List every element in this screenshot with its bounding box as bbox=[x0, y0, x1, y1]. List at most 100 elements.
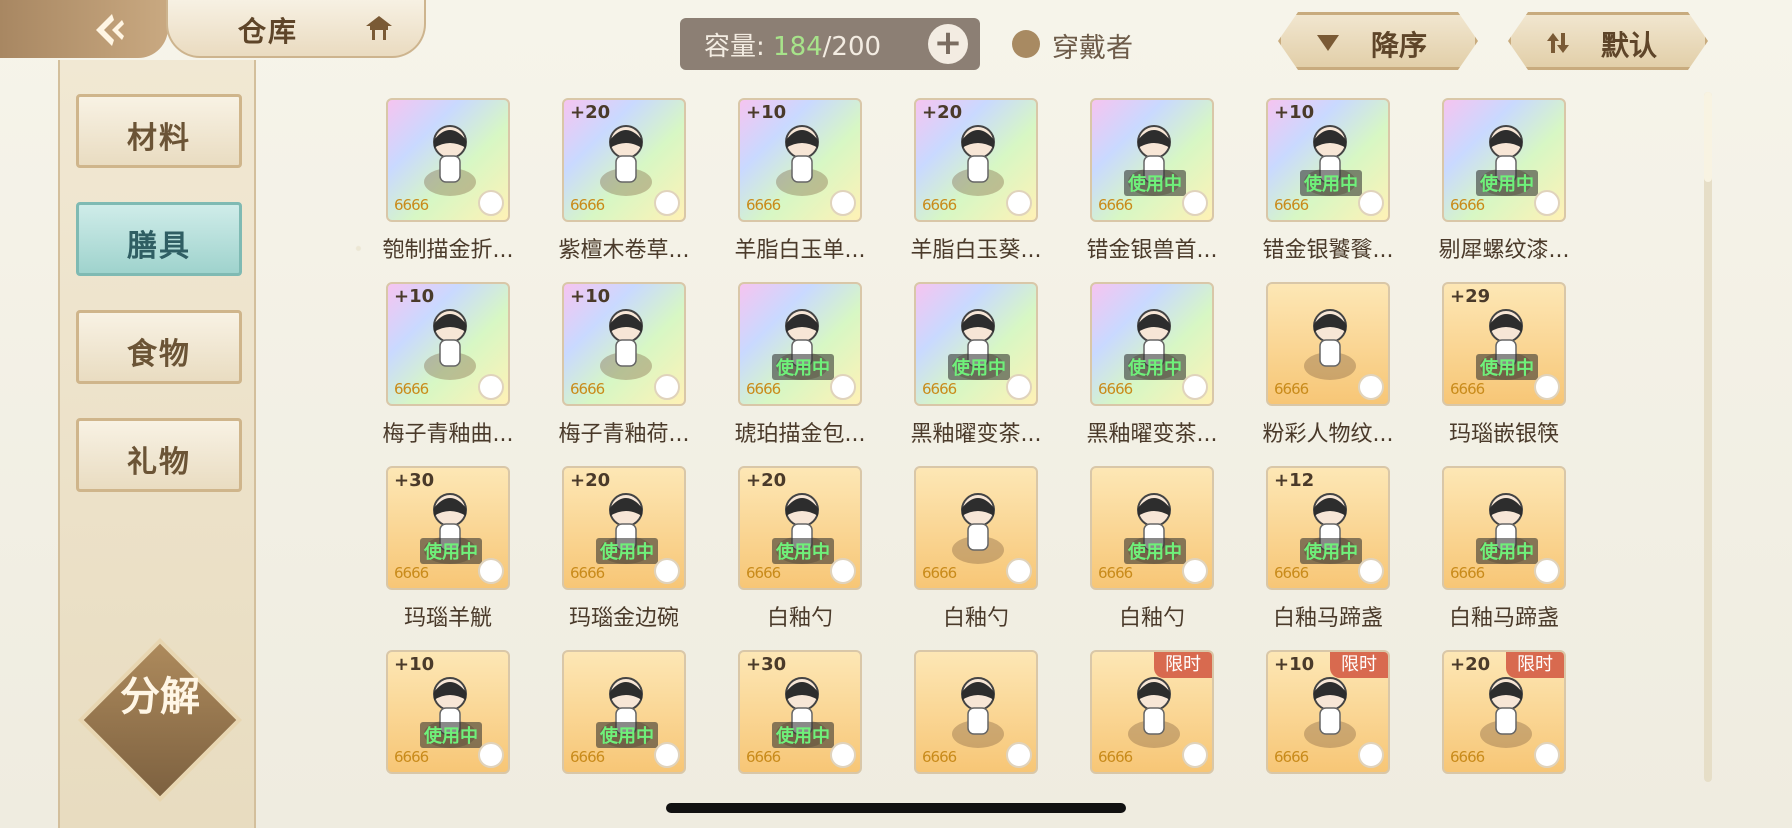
capacity-indicator: 容量: 184/200 + bbox=[680, 18, 980, 70]
wearer-filter-toggle[interactable] bbox=[1012, 30, 1040, 58]
sort-desc-button[interactable]: 降序 bbox=[1278, 12, 1478, 70]
limited-badge: 限时 bbox=[1154, 652, 1212, 678]
star-rating: 6666 bbox=[1098, 748, 1133, 766]
back-arrow-icon bbox=[96, 14, 124, 46]
item-name: 粉彩人物纹... bbox=[1262, 422, 1394, 447]
inventory-item[interactable]: +20 限时 6666 bbox=[1442, 650, 1566, 774]
inventory-item[interactable]: +10 限时 6666 bbox=[1266, 650, 1390, 774]
inventory-item[interactable]: 使用中 6666 bbox=[1090, 282, 1214, 406]
in-use-badge: 使用中 bbox=[596, 538, 658, 564]
item-type-icon bbox=[1182, 742, 1208, 768]
inventory-item[interactable]: 使用中 6666 bbox=[914, 282, 1038, 406]
inventory-item[interactable]: +30 使用中 6666 bbox=[386, 466, 510, 590]
sort-desc-label: 降序 bbox=[1371, 29, 1428, 62]
star-rating: 6666 bbox=[746, 380, 781, 398]
in-use-badge: 使用中 bbox=[1476, 538, 1538, 564]
home-indicator[interactable] bbox=[666, 803, 1126, 813]
item-type-icon bbox=[1534, 190, 1560, 216]
inventory-item[interactable]: 6666 bbox=[914, 650, 1038, 774]
item-type-icon bbox=[1358, 374, 1384, 400]
item-name: 梅子青釉荷... bbox=[558, 422, 690, 447]
inventory-item[interactable]: 6666 bbox=[386, 98, 510, 222]
inventory-item[interactable]: +10 使用中 6666 bbox=[1266, 98, 1390, 222]
item-type-icon bbox=[1358, 190, 1384, 216]
inventory-item[interactable]: +10 使用中 6666 bbox=[386, 650, 510, 774]
triangle-down-icon bbox=[1317, 35, 1339, 51]
star-rating: 6666 bbox=[1274, 380, 1309, 398]
inventory-item[interactable]: +10 6666 bbox=[386, 282, 510, 406]
item-illustration-icon bbox=[1480, 677, 1532, 748]
in-use-badge: 使用中 bbox=[1476, 354, 1538, 380]
category-gifts[interactable]: 礼物 bbox=[76, 418, 242, 492]
inventory-item[interactable]: +10 6666 bbox=[562, 282, 686, 406]
sort-default-button[interactable]: 默认 bbox=[1508, 12, 1708, 70]
inventory-item[interactable]: +12 使用中 6666 bbox=[1266, 466, 1390, 590]
star-rating: 6666 bbox=[922, 380, 957, 398]
inventory-item[interactable]: +20 使用中 6666 bbox=[562, 466, 686, 590]
back-button[interactable] bbox=[0, 0, 168, 58]
in-use-badge: 使用中 bbox=[596, 722, 658, 748]
limited-badge: 限时 bbox=[1506, 652, 1564, 678]
enhance-level: +20 bbox=[1450, 654, 1491, 675]
item-illustration-icon bbox=[1128, 677, 1180, 748]
inventory-item[interactable]: +10 6666 bbox=[738, 98, 862, 222]
capacity-max: /200 bbox=[822, 32, 882, 62]
item-illustration-icon bbox=[600, 125, 652, 196]
star-rating: 6666 bbox=[1274, 564, 1309, 582]
sort-arrows-icon bbox=[1547, 33, 1569, 53]
item-type-icon bbox=[1358, 558, 1384, 584]
enhance-level: +20 bbox=[746, 470, 787, 491]
inventory-item[interactable]: +29 使用中 6666 bbox=[1442, 282, 1566, 406]
star-rating: 6666 bbox=[1098, 564, 1133, 582]
scroll-thumb[interactable] bbox=[1704, 92, 1712, 182]
star-rating: 6666 bbox=[394, 564, 429, 582]
inventory-item[interactable]: 使用中 6666 bbox=[1442, 466, 1566, 590]
item-type-icon bbox=[830, 558, 856, 584]
inventory-item[interactable]: +30 使用中 6666 bbox=[738, 650, 862, 774]
star-rating: 6666 bbox=[394, 380, 429, 398]
item-name: 琥珀描金包... bbox=[734, 422, 866, 447]
item-type-icon bbox=[1534, 558, 1560, 584]
category-label: 食物 bbox=[127, 337, 191, 372]
item-name: 错金银兽首... bbox=[1086, 238, 1218, 263]
inventory-item[interactable]: 使用中 6666 bbox=[738, 282, 862, 406]
star-rating: 6666 bbox=[1098, 196, 1133, 214]
inventory-item[interactable]: 使用中 6666 bbox=[1090, 466, 1214, 590]
category-tableware[interactable]: 膳具 bbox=[76, 202, 242, 276]
inventory-item[interactable]: 使用中 6666 bbox=[1442, 98, 1566, 222]
add-capacity-button[interactable]: + bbox=[928, 24, 968, 64]
item-name: 羊脂白玉葵... bbox=[910, 238, 1042, 263]
inventory-item[interactable]: +20 6666 bbox=[914, 98, 1038, 222]
inventory-item[interactable]: 使用中 6666 bbox=[1090, 98, 1214, 222]
item-name: 玛瑙金边碗 bbox=[568, 606, 679, 631]
inventory-item[interactable]: 限时 6666 bbox=[1090, 650, 1214, 774]
item-name: 错金银饕餮... bbox=[1262, 238, 1394, 263]
inventory-item[interactable]: 6666 bbox=[914, 466, 1038, 590]
scrollbar[interactable] bbox=[1704, 92, 1712, 782]
star-rating: 6666 bbox=[1098, 380, 1133, 398]
item-name: 梅子青釉曲... bbox=[382, 422, 514, 447]
enhance-level: +10 bbox=[746, 102, 787, 123]
category-food[interactable]: 食物 bbox=[76, 310, 242, 384]
item-type-icon bbox=[654, 742, 680, 768]
star-rating: 6666 bbox=[570, 748, 605, 766]
enhance-level: +10 bbox=[1274, 102, 1315, 123]
inventory-item[interactable]: +20 6666 bbox=[562, 98, 686, 222]
star-rating: 6666 bbox=[1274, 748, 1309, 766]
decompose-label: 分解 bbox=[120, 674, 200, 720]
item-type-icon bbox=[1534, 742, 1560, 768]
inventory-item[interactable]: 6666 bbox=[1266, 282, 1390, 406]
category-materials[interactable]: 材料 bbox=[76, 94, 242, 168]
item-type-icon bbox=[478, 558, 504, 584]
item-type-icon bbox=[1534, 374, 1560, 400]
in-use-badge: 使用中 bbox=[1124, 354, 1186, 380]
item-type-icon bbox=[478, 190, 504, 216]
item-type-icon bbox=[478, 742, 504, 768]
item-type-icon bbox=[654, 374, 680, 400]
item-name: 玛瑙羊觥 bbox=[403, 606, 492, 631]
in-use-badge: 使用中 bbox=[1300, 538, 1362, 564]
enhance-level: +10 bbox=[394, 286, 435, 307]
category-label: 膳具 bbox=[127, 229, 191, 264]
inventory-item[interactable]: 使用中 6666 bbox=[562, 650, 686, 774]
inventory-item[interactable]: +20 使用中 6666 bbox=[738, 466, 862, 590]
